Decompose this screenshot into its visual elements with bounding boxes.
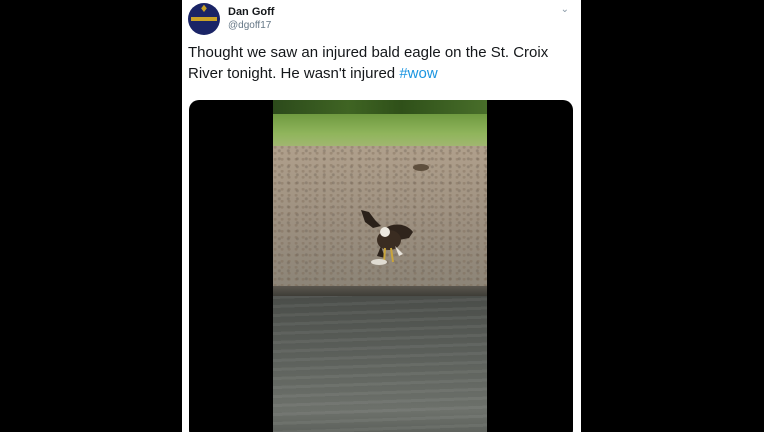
user-handle[interactable]: @dgoff17	[228, 20, 271, 31]
tweet-video[interactable]	[189, 100, 573, 432]
video-frame	[273, 100, 487, 432]
avatar[interactable]: ♦	[188, 3, 220, 35]
tweet-body: Thought we saw an injured bald eagle on …	[188, 44, 549, 82]
chevron-down-icon[interactable]: ⌄	[561, 4, 569, 15]
avatar-logo-icon: ♦	[199, 4, 209, 15]
eagle-figure	[361, 210, 413, 265]
tweet-text: Thought we saw an injured bald eagle on …	[188, 42, 568, 84]
display-name[interactable]: Dan Goff	[228, 6, 274, 18]
tweet-card: ♦ Dan Goff @dgoff17 ⌄ Thought we saw an …	[182, 0, 581, 432]
hashtag-link[interactable]: #wow	[399, 65, 437, 82]
